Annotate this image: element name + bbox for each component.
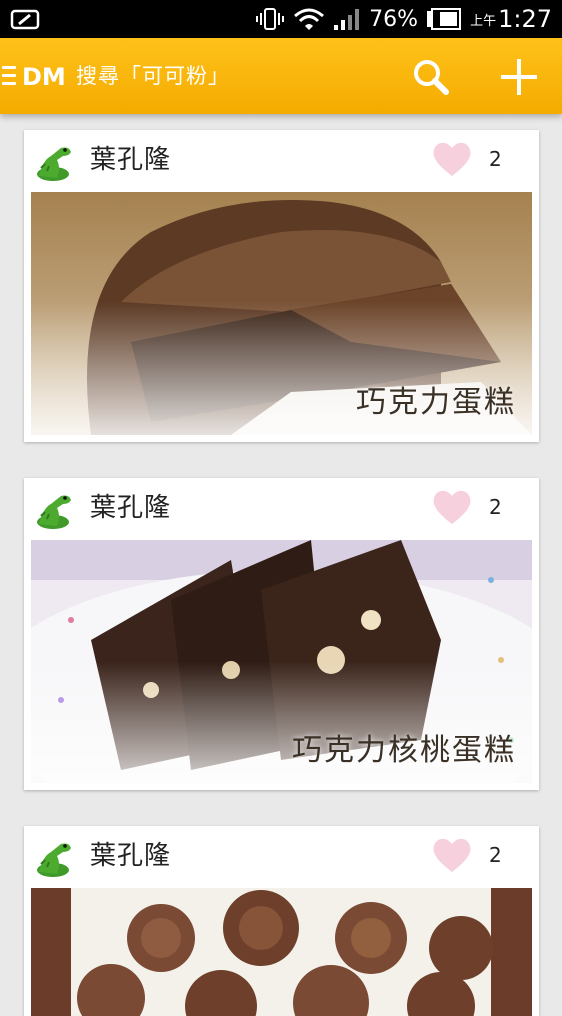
add-icon (501, 59, 537, 95)
like-count: 2 (489, 495, 502, 519)
battery-icon (427, 8, 462, 30)
like-button[interactable] (432, 140, 472, 178)
dinosaur-avatar-icon[interactable] (31, 486, 75, 530)
time-ampm: 上午 (470, 13, 497, 29)
card-header: 葉孔隆 2 (24, 478, 539, 538)
recipe-card[interactable]: 葉孔隆 2 (24, 478, 539, 790)
like-button[interactable] (432, 488, 472, 526)
search-button[interactable] (410, 56, 452, 98)
recipe-card[interactable]: 葉孔隆 2 (24, 130, 539, 442)
menu-icon[interactable] (2, 66, 16, 86)
card-header: 葉孔隆 2 (24, 826, 539, 886)
author-name[interactable]: 葉孔隆 (90, 142, 171, 178)
dinosaur-avatar-icon[interactable] (31, 138, 75, 182)
author-name[interactable]: 葉孔隆 (90, 838, 171, 874)
like-count: 2 (489, 147, 502, 171)
like-button[interactable] (432, 836, 472, 874)
add-button[interactable] (498, 56, 540, 98)
logo-text: DM (22, 63, 66, 91)
app-logo[interactable]: DM (22, 60, 66, 94)
battery-percent: 76% (369, 6, 419, 32)
heart-icon (433, 838, 471, 872)
card-header: 葉孔隆 2 (24, 130, 539, 190)
status-right: 76% 上午 1:27 (255, 5, 552, 33)
status-left (10, 8, 40, 30)
recipe-photo[interactable]: 巧克力核桃蛋糕 (31, 540, 532, 783)
signal-icon (334, 9, 360, 30)
heart-icon (433, 142, 471, 176)
app-bar: DM 搜尋「可可粉」 (0, 38, 562, 114)
wifi-icon (294, 8, 325, 30)
recipe-card[interactable]: 葉孔隆 2 (24, 826, 539, 1016)
clock-time: 1:27 (498, 5, 552, 33)
heart-icon (433, 490, 471, 524)
recipe-caption: 巧克力核桃蛋糕 (292, 733, 516, 768)
author-name[interactable]: 葉孔隆 (90, 490, 171, 526)
recipe-photo[interactable]: 巧克力蛋糕 (31, 192, 532, 435)
vibrate-icon (256, 8, 285, 30)
like-count: 2 (489, 843, 502, 867)
recipe-photo[interactable] (31, 888, 532, 1016)
page-title: 搜尋「可可粉」 (76, 64, 230, 88)
recipe-caption: 巧克力蛋糕 (356, 385, 516, 420)
status-bar: 76% 上午 1:27 (0, 0, 562, 38)
search-icon (414, 60, 449, 95)
dinosaur-avatar-icon[interactable] (31, 834, 75, 878)
screen-capture-icon (10, 9, 40, 30)
